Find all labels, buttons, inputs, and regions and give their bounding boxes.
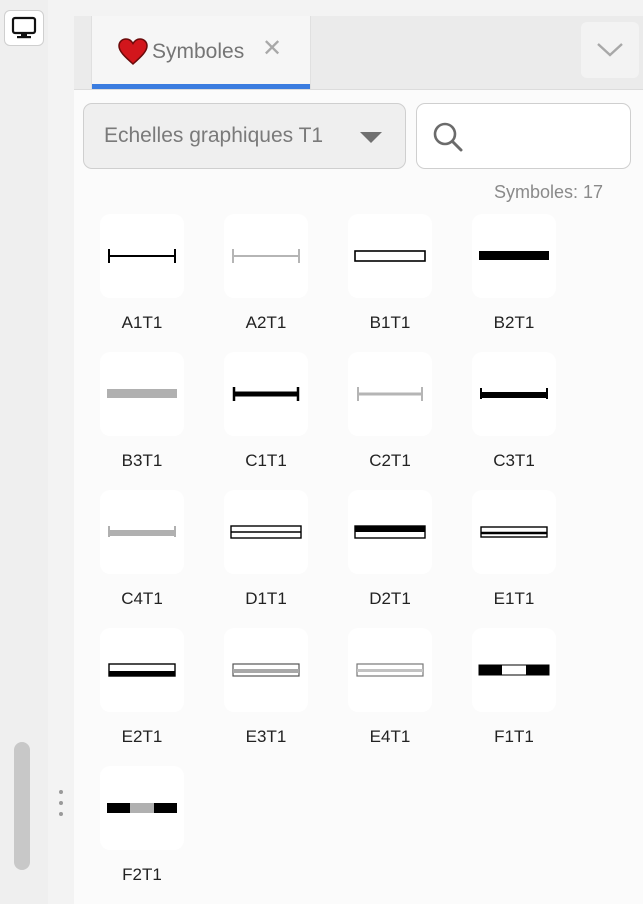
symbol-label: C3T1	[493, 451, 535, 470]
symbol-item-c3t1[interactable]: C3T1	[472, 352, 556, 472]
symbol-label: E1T1	[493, 589, 535, 608]
scrollbar-thumb[interactable]	[14, 742, 30, 870]
symbol-item-b2t1[interactable]: B2T1	[472, 214, 556, 334]
dropdown-value: Echelles graphiques T1	[104, 124, 324, 147]
symbol-tile[interactable]	[224, 352, 308, 436]
symbol-label: C2T1	[369, 451, 411, 470]
symbol-tile[interactable]	[100, 766, 184, 850]
scale-bar-icon	[107, 803, 177, 813]
collapse-button[interactable]	[581, 22, 639, 78]
symbol-tile[interactable]	[348, 214, 432, 298]
search-input[interactable]	[477, 118, 621, 156]
scale-bar-icon	[354, 250, 426, 262]
chevron-down-icon	[597, 43, 623, 57]
tab-bar: Symboles ✕	[74, 16, 643, 90]
search-icon	[433, 122, 463, 152]
symbol-item-d1t1[interactable]: D1T1	[224, 490, 308, 610]
symbol-tile[interactable]	[348, 490, 432, 574]
scale-bar-icon	[108, 663, 176, 677]
symbols-panel: Symboles ✕ Echelles graphiques T1 Symbol…	[74, 16, 643, 904]
symbol-label: C4T1	[121, 589, 163, 608]
symbol-tile[interactable]	[224, 490, 308, 574]
symbol-tile[interactable]	[472, 352, 556, 436]
scale-bar-icon	[232, 387, 300, 401]
scale-bar-icon	[107, 389, 177, 398]
symbol-tile[interactable]	[100, 352, 184, 436]
resize-gutter	[48, 0, 74, 904]
scale-bar-icon	[478, 664, 550, 676]
symbol-item-e2t1[interactable]: E2T1	[100, 628, 184, 748]
symbol-item-e3t1[interactable]: E3T1	[224, 628, 308, 748]
symbol-label: D1T1	[245, 589, 287, 608]
caret-down-icon	[360, 132, 382, 143]
symbol-label: B3T1	[121, 451, 163, 470]
symbol-item-c2t1[interactable]: C2T1	[348, 352, 432, 472]
symbol-tile[interactable]	[472, 628, 556, 712]
tab-label: Symboles	[152, 40, 245, 63]
symbol-label: F2T1	[122, 865, 162, 884]
tab-symboles[interactable]: Symboles ✕	[91, 16, 311, 89]
scale-bar-icon	[354, 525, 426, 539]
scale-bar-icon	[480, 388, 548, 399]
symbol-tile[interactable]	[472, 214, 556, 298]
scale-bar-icon	[108, 526, 176, 537]
active-tab-indicator	[92, 84, 310, 89]
scale-bar-icon	[356, 663, 424, 677]
symbol-item-f1t1[interactable]: F1T1	[472, 628, 556, 748]
symbol-count: Symboles: 17	[493, 182, 603, 202]
symbol-tile[interactable]	[100, 628, 184, 712]
symbol-tile[interactable]	[224, 214, 308, 298]
symbol-label: E2T1	[121, 727, 163, 746]
category-dropdown[interactable]: Echelles graphiques T1	[83, 103, 406, 169]
symbol-label: B1T1	[369, 313, 411, 332]
symbol-item-b1t1[interactable]: B1T1	[348, 214, 432, 334]
monitor-icon	[11, 16, 37, 39]
scale-bar-icon	[480, 526, 548, 538]
symbol-item-f2t1[interactable]: F2T1	[100, 766, 184, 886]
symbol-item-d2t1[interactable]: D2T1	[348, 490, 432, 610]
symbol-item-a1t1[interactable]: A1T1	[100, 214, 184, 334]
symbol-label: F1T1	[494, 727, 534, 746]
scale-bar-icon	[479, 251, 549, 260]
symbol-label: D2T1	[369, 589, 411, 608]
symbol-item-a2t1[interactable]: A2T1	[224, 214, 308, 334]
heart-icon	[118, 38, 148, 66]
symbol-label: B2T1	[493, 313, 535, 332]
symbol-label: A2T1	[245, 313, 287, 332]
symbol-item-e4t1[interactable]: E4T1	[348, 628, 432, 748]
symbol-item-c1t1[interactable]: C1T1	[224, 352, 308, 472]
symbol-label: E3T1	[245, 727, 287, 746]
symbol-tile[interactable]	[472, 490, 556, 574]
resize-handle-icon[interactable]	[57, 790, 65, 816]
symbol-item-c4t1[interactable]: C4T1	[100, 490, 184, 610]
symbol-item-e1t1[interactable]: E1T1	[472, 490, 556, 610]
scale-bar-icon	[357, 387, 423, 401]
symbol-label: A1T1	[121, 313, 163, 332]
symbol-label: E4T1	[369, 727, 411, 746]
search-box[interactable]	[416, 103, 631, 169]
scale-bar-icon	[230, 525, 302, 539]
scale-bar-icon	[232, 249, 300, 263]
symbol-tile[interactable]	[100, 214, 184, 298]
scale-bar-icon	[232, 663, 300, 677]
display-button[interactable]	[4, 10, 44, 46]
symbol-tile[interactable]	[224, 628, 308, 712]
symbol-grid: A1T1 A2T1 B1T1 B2T1 B3T1 C1T1 C2T1 C3T1 …	[100, 214, 600, 886]
scale-bar-icon	[108, 249, 176, 263]
close-icon[interactable]: ✕	[262, 37, 282, 61]
symbol-item-b3t1[interactable]: B3T1	[100, 352, 184, 472]
symbol-tile[interactable]	[100, 490, 184, 574]
left-toolbar	[0, 0, 49, 904]
symbol-tile[interactable]	[348, 352, 432, 436]
symbol-label: C1T1	[245, 451, 287, 470]
symbol-tile[interactable]	[348, 628, 432, 712]
